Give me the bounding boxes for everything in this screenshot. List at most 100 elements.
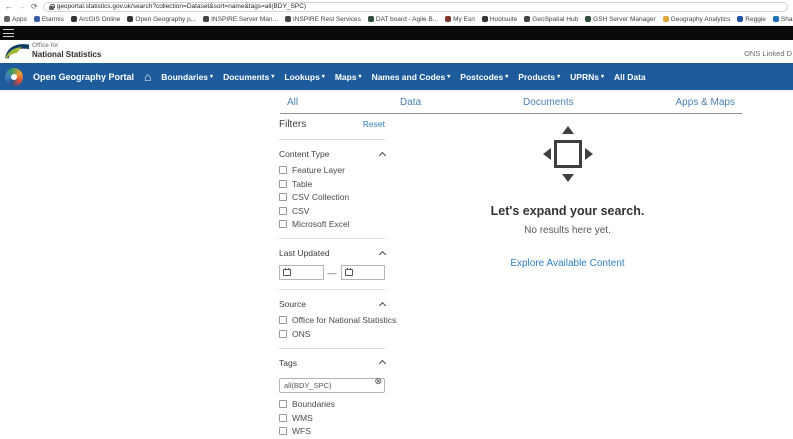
chevron-up-icon[interactable] (378, 151, 387, 159)
date-to-input[interactable] (340, 265, 385, 281)
caret-down-icon: ▾ (447, 73, 451, 80)
apps-grid-icon (4, 16, 10, 22)
portal-nav: Open Geography Portal ⌂ Boundaries ▾ Docu… (0, 63, 793, 90)
tags-filter-input[interactable] (279, 377, 385, 393)
bookmark[interactable]: INSPIRE Rest Services (284, 16, 361, 23)
chevron-up-icon[interactable] (378, 250, 387, 258)
bookmark[interactable]: Open Geography p... (127, 16, 196, 23)
open-geography-portal-logo-icon[interactable] (5, 67, 23, 86)
caret-down-icon: ▾ (600, 73, 604, 80)
explore-available-content-link[interactable]: Explore Available Content (390, 258, 745, 269)
clear-tag-icon[interactable]: ⊗ (374, 377, 382, 386)
bookmark-favicon (203, 16, 210, 22)
empty-state-subtitle: No results here yet. (524, 225, 611, 236)
checkbox[interactable] (279, 166, 287, 174)
caret-down-icon: ▾ (321, 73, 325, 80)
caret-down-icon: ▾ (210, 73, 214, 80)
chevron-up-icon[interactable] (378, 360, 387, 368)
filter-option-feature-layer[interactable]: Feature Layer (279, 165, 385, 175)
bookmark-apps[interactable]: Apps (4, 16, 27, 23)
tab-data[interactable]: Data (400, 97, 421, 108)
checkbox[interactable] (279, 193, 287, 202)
nav-item-uprns[interactable]: UPRNs ▾ (570, 72, 604, 82)
filter-option-office-for-national-statistics[interactable]: Office for National Statistics (279, 315, 396, 325)
empty-state-title: Let's expand your search. (490, 204, 645, 218)
checkbox[interactable] (279, 316, 287, 325)
address-bar[interactable]: geoportal.statistics.gov.uk/search?colle… (42, 1, 788, 12)
tags-section-header[interactable]: Tags (279, 357, 387, 368)
home-icon[interactable]: ⌂ (144, 71, 151, 83)
filter-option-table[interactable]: Table (279, 179, 385, 189)
bookmark[interactable]: Etarmis (33, 16, 64, 23)
padlock-icon (48, 3, 55, 10)
filter-option-boundaries[interactable]: Boundaries (279, 399, 385, 409)
filter-option-wms[interactable]: WMS (279, 413, 385, 423)
filters-panel: Filters Reset Content Type Feature Layer… (279, 119, 396, 439)
source-section-header[interactable]: Source (279, 299, 387, 309)
checkbox[interactable] (279, 179, 287, 188)
bookmark[interactable]: Hootsuite (481, 16, 517, 23)
bookmark[interactable]: GeoSpatial Hub (524, 16, 578, 23)
bookmark[interactable]: DAT board - Agile B... (367, 16, 438, 23)
back-icon[interactable]: ← (5, 2, 13, 11)
nav-item-postcodes[interactable]: Postcodes ▾ (460, 72, 508, 82)
bookmark-favicon (367, 16, 374, 22)
filter-option-ons[interactable]: ONS (279, 329, 385, 339)
checkbox[interactable] (279, 329, 287, 338)
nav-item-documents[interactable]: Documents ▾ (223, 72, 274, 82)
filters-title: Filters (279, 119, 307, 130)
portal-title[interactable]: Open Geography Portal (33, 72, 134, 82)
forward-icon[interactable]: → (18, 2, 26, 11)
reload-icon[interactable]: ⟳ (31, 2, 38, 11)
hamburger-menu-icon[interactable] (3, 29, 14, 37)
divider (279, 238, 385, 240)
filter-option-csv-collection[interactable]: CSV Collection (279, 192, 385, 202)
browser-window: ← → ⟳ geoportal.statistics.gov.uk/search… (0, 0, 793, 439)
checkbox[interactable] (279, 399, 287, 408)
bookmark-favicon (737, 16, 744, 22)
checkbox[interactable] (279, 413, 287, 422)
nav-item-all-data[interactable]: All Data (614, 72, 646, 82)
nav-item-lookups[interactable]: Lookups ▾ (284, 72, 324, 82)
filter-option-microsoft-excel[interactable]: Microsoft Excel (279, 219, 385, 229)
bookmark-favicon (585, 16, 592, 22)
last-updated-section-header[interactable]: Last Updated (279, 248, 387, 258)
bookmark[interactable]: ArcGIS Online (70, 16, 120, 23)
content-type-section-header[interactable]: Content Type (279, 149, 387, 159)
chevron-up-icon[interactable] (378, 301, 387, 309)
nav-item-maps[interactable]: Maps ▾ (335, 72, 362, 82)
bookmark[interactable]: SharePoint (772, 16, 793, 23)
ons-swoosh-icon (5, 44, 29, 59)
checkbox[interactable] (279, 220, 287, 229)
bookmark[interactable]: GSH Server Manager (585, 16, 656, 23)
nav-item-names-and-codes[interactable]: Names and Codes ▾ (372, 72, 451, 82)
nav-item-products[interactable]: Products ▾ (518, 72, 560, 82)
browser-toolbar: ← → ⟳ geoportal.statistics.gov.uk/search… (0, 0, 793, 13)
bookmark[interactable]: My Esri (445, 16, 475, 23)
checkbox[interactable] (279, 427, 287, 436)
expand-search-icon (541, 124, 595, 184)
bookmark[interactable]: Reggie (737, 16, 766, 23)
reset-filters-link[interactable]: Reset (363, 119, 385, 129)
tab-documents[interactable]: Documents (523, 97, 574, 108)
date-from-input[interactable] (279, 265, 324, 281)
ons-linked-data-link[interactable]: ONS Linked D (744, 49, 792, 58)
bookmark-favicon (481, 16, 488, 22)
tags-title: Tags (279, 357, 297, 368)
bookmark[interactable]: Geography Analytics (662, 16, 730, 23)
divider (279, 289, 385, 291)
tab-all[interactable]: All (287, 97, 298, 108)
bookmark-favicon (772, 16, 779, 22)
checkbox[interactable] (279, 206, 287, 215)
top-black-bar (0, 26, 793, 40)
bookmark-favicon (33, 16, 40, 22)
caret-down-icon: ▾ (271, 73, 275, 80)
ons-logo[interactable]: Office for National Statistics (5, 42, 101, 59)
ons-logo-line1: Office for (32, 42, 59, 49)
filter-option-csv[interactable]: CSV (279, 206, 385, 216)
empty-results-state: Let's expand your search. No results her… (390, 118, 745, 269)
nav-item-boundaries[interactable]: Boundaries ▾ (161, 72, 213, 82)
filter-option-wfs[interactable]: WFS (279, 426, 385, 436)
tab-apps-maps[interactable]: Apps & Maps (676, 97, 735, 108)
bookmark[interactable]: INSPIRE Server Man... (203, 16, 278, 23)
